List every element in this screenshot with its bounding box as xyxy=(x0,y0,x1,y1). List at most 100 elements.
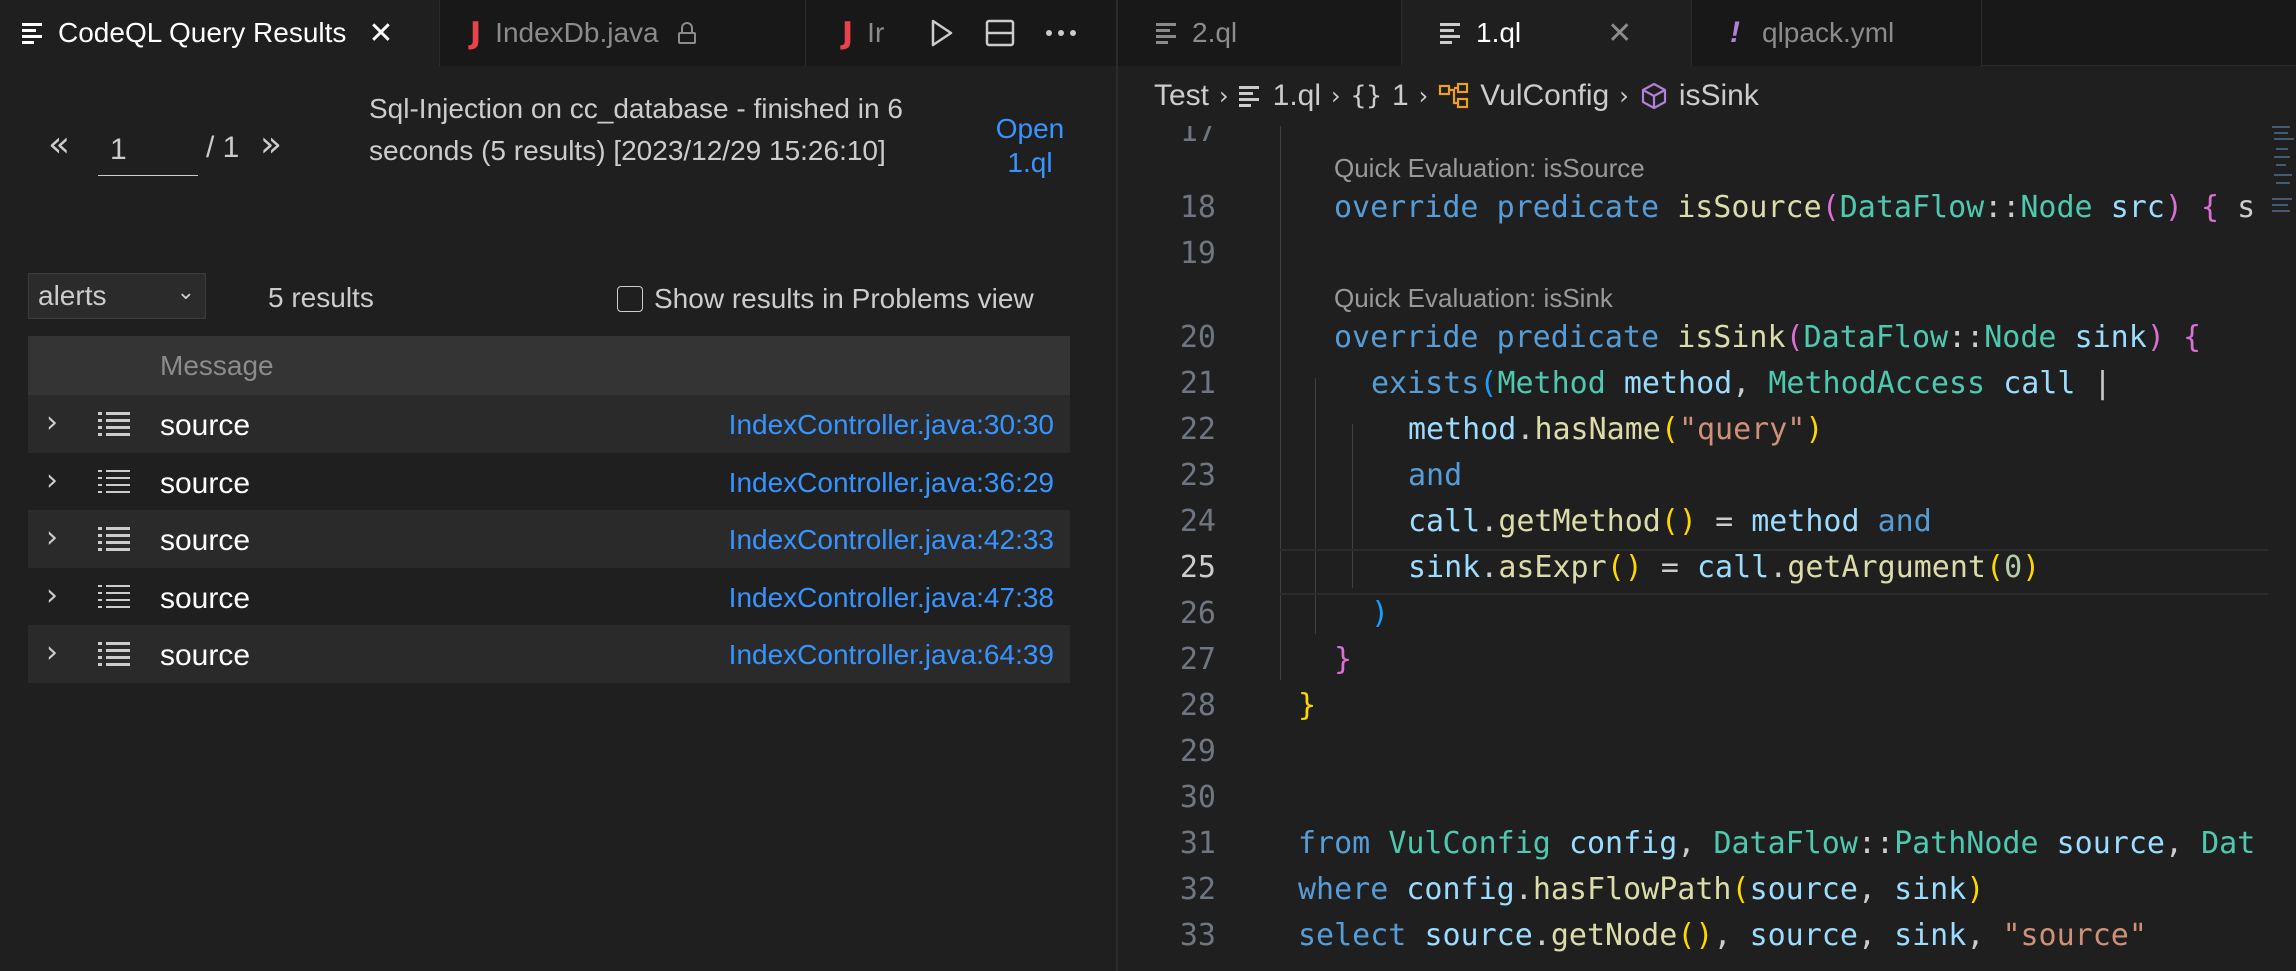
row-location-link[interactable]: IndexController.java:47:38 xyxy=(729,582,1054,614)
chevron-right-icon[interactable]: › xyxy=(46,635,58,670)
results-tabbar: CodeQL Query Results ✕ J IndexDb.java J … xyxy=(0,0,1116,66)
line-number: 23 xyxy=(1179,458,1216,493)
line-number: 30 xyxy=(1179,780,1216,815)
tab-label: IndexDb.java xyxy=(495,17,659,48)
code-line: 23 and xyxy=(1118,458,2268,504)
problems-view-checkbox[interactable] xyxy=(617,286,643,312)
table-row[interactable]: › source IndexController.java:64:39 xyxy=(28,625,1070,683)
list-icon xyxy=(98,412,132,436)
line-number: 18 xyxy=(1179,190,1216,225)
chevron-right-icon: › xyxy=(1219,82,1229,110)
codelens-quick-eval-issink[interactable]: Quick Evaluation: isSink xyxy=(1334,283,1613,314)
method-cube-icon xyxy=(1639,81,1669,111)
line-number: 28 xyxy=(1179,688,1216,723)
breadcrumb: Test › 1.ql › {} 1 › VulConfig › isSink xyxy=(1118,66,2296,126)
minimap[interactable] xyxy=(2268,126,2296,971)
breadcrumb-label: 1 xyxy=(1391,79,1409,112)
page-total: / 1 xyxy=(206,131,240,164)
row-message: source xyxy=(160,581,251,615)
column-message: Message xyxy=(160,350,274,381)
breadcrumb-item-module[interactable]: {} 1 xyxy=(1351,79,1409,113)
line-number: 29 xyxy=(1179,734,1216,769)
ellipsis-icon xyxy=(1046,30,1076,36)
chevron-right-icon[interactable]: › xyxy=(46,405,58,440)
open-query-link[interactable]: Open 1.ql xyxy=(970,112,1090,180)
row-message: source xyxy=(160,639,251,673)
tab-qlpack-yml[interactable]: ! qlpack.yml xyxy=(1692,0,1982,66)
split-editor-button[interactable] xyxy=(978,0,1022,66)
breadcrumb-label: Test xyxy=(1154,79,1210,112)
line-number: 20 xyxy=(1179,320,1216,355)
codelens-quick-eval-issource[interactable]: Quick Evaluation: isSource xyxy=(1334,153,1645,184)
breadcrumb-item-test[interactable]: Test xyxy=(1154,79,1209,113)
tab-label: 1.ql xyxy=(1476,17,1522,48)
line-number: 33 xyxy=(1179,918,1216,953)
code-line: 30 xyxy=(1118,780,2268,826)
line-number: 25 xyxy=(1179,550,1216,585)
table-row[interactable]: › source IndexController.java:47:38 xyxy=(28,567,1070,626)
more-actions-button[interactable] xyxy=(1038,0,1084,66)
breadcrumb-item-class[interactable]: VulConfig xyxy=(1438,79,1609,113)
exclamation-icon: ! xyxy=(1730,16,1740,49)
list-icon xyxy=(98,642,132,666)
result-set-select[interactable]: alerts ⌄ xyxy=(28,273,206,319)
code-line: 22 method.hasName("query") xyxy=(1118,412,2268,458)
tab-indexdb-java[interactable]: J IndexDb.java xyxy=(440,0,806,66)
line-number: 24 xyxy=(1179,504,1216,539)
code-line: 21 exists(Method method, MethodAccess cal… xyxy=(1118,366,2268,412)
close-icon[interactable]: ✕ xyxy=(1607,16,1632,51)
lock-icon xyxy=(677,22,697,44)
prev-page-button[interactable]: « xyxy=(48,124,70,165)
table-row[interactable]: › source IndexController.java:42:33 xyxy=(28,510,1070,568)
editor-tabbar: 2.ql 1.ql ✕ ! qlpack.yml xyxy=(1118,0,2296,66)
table-row[interactable]: › source IndexController.java:36:29 xyxy=(28,452,1070,511)
split-icon xyxy=(985,19,1015,47)
code-line: 27} xyxy=(1118,642,2268,688)
tab-1-ql[interactable]: 1.ql ✕ xyxy=(1402,0,1692,66)
results-table: Message › source IndexController.java:30:3… xyxy=(28,336,1070,683)
line-number: 17 xyxy=(1179,126,1216,149)
line-number: 31 xyxy=(1179,826,1216,861)
row-location-link[interactable]: IndexController.java:42:33 xyxy=(729,524,1054,556)
chevron-right-icon[interactable]: › xyxy=(46,463,58,498)
table-header: Message xyxy=(28,336,1070,395)
tab-codeql-query-results[interactable]: CodeQL Query Results ✕ xyxy=(0,0,440,66)
page-number-input[interactable] xyxy=(98,124,198,176)
line-number: 21 xyxy=(1179,366,1216,401)
code-editor[interactable]: 17 Quick Evaluation: isSource 18 override… xyxy=(1118,126,2268,971)
row-location-link[interactable]: IndexController.java:36:29 xyxy=(729,467,1054,499)
row-location-link[interactable]: IndexController.java:30:30 xyxy=(729,409,1054,441)
code-line: 17 xyxy=(1118,126,2268,160)
code-line: 24 call.getMethod() = method and xyxy=(1118,504,2268,550)
chevron-right-icon[interactable]: › xyxy=(46,520,58,555)
play-icon xyxy=(931,19,953,47)
braces-icon: {} xyxy=(1350,81,1382,111)
row-message: source xyxy=(160,466,251,500)
breadcrumb-label: isSink xyxy=(1678,79,1759,112)
breadcrumb-item-method[interactable]: isSink xyxy=(1639,79,1759,113)
class-icon xyxy=(1438,82,1470,110)
run-button[interactable] xyxy=(920,0,964,66)
chevron-right-icon[interactable]: › xyxy=(46,578,58,613)
breadcrumb-item-file[interactable]: 1.ql xyxy=(1238,79,1321,113)
tab-label: CodeQL Query Results xyxy=(58,17,347,48)
line-number: 26 xyxy=(1179,596,1216,631)
chevron-down-icon: ⌄ xyxy=(176,280,195,305)
row-location-link[interactable]: IndexController.java:64:39 xyxy=(729,639,1054,671)
code-line: 33 select source.getNode(), source, sink,… xyxy=(1118,918,2268,964)
close-icon[interactable]: ✕ xyxy=(368,16,393,51)
table-row[interactable]: › source IndexController.java:30:30 xyxy=(28,395,1070,453)
next-page-button[interactable]: » xyxy=(260,124,282,165)
tab-2-ql[interactable]: 2.ql xyxy=(1118,0,1402,66)
code-line: 31 from VulConfig config, DataFlow::PathN… xyxy=(1118,826,2268,872)
list-icon xyxy=(98,527,132,551)
tab-label: 2.ql xyxy=(1192,17,1238,48)
chevron-right-icon: › xyxy=(1418,82,1429,110)
breadcrumb-label: VulConfig xyxy=(1480,79,1610,112)
tab-label: Ir xyxy=(867,17,885,48)
line-number: 32 xyxy=(1179,872,1216,907)
line-number: 22 xyxy=(1179,412,1216,447)
java-icon: J xyxy=(842,15,854,51)
list-icon xyxy=(98,584,132,609)
lines-icon xyxy=(1238,86,1261,107)
